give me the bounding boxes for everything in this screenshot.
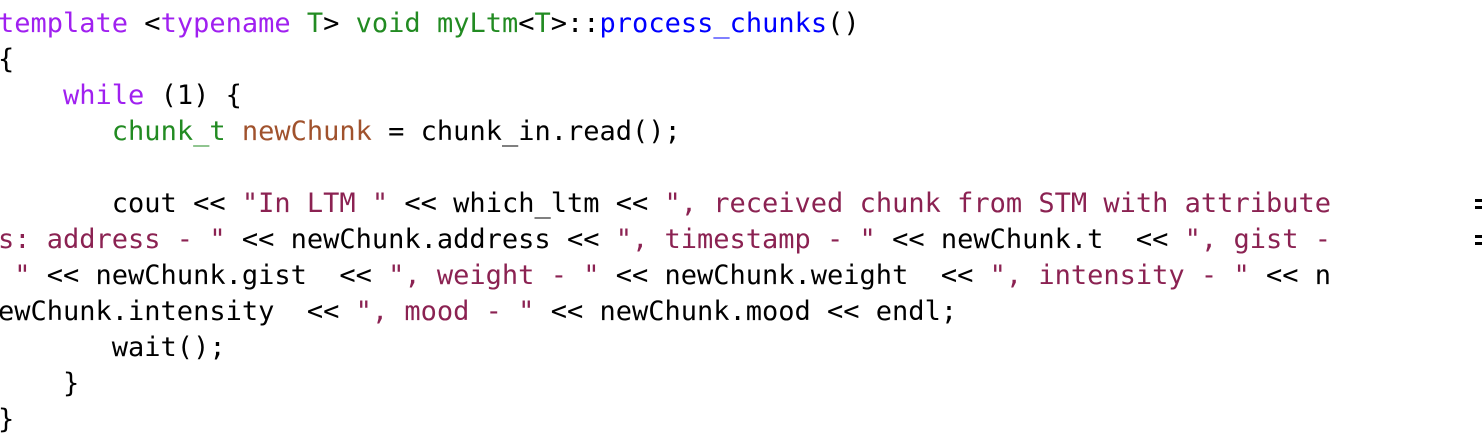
plain-token: << newChunk.t << <box>875 224 1185 255</box>
code-line[interactable]: cout << "In LTM " << which_ltm << ", rec… <box>0 186 1331 222</box>
plain-token: << newChunk.mood << endl; <box>534 296 958 327</box>
plain-token: cout << <box>0 188 242 219</box>
plain-token: } <box>0 404 14 435</box>
plain-token: << newChunk.address << <box>225 224 616 255</box>
plain-token: >:: <box>550 8 600 39</box>
plain-token: = chunk_in.read(); <box>371 116 681 147</box>
code-line[interactable]: wait(); <box>0 330 226 366</box>
variable-token: newChunk <box>241 116 372 147</box>
code-line[interactable]: while (1) { <box>0 78 242 114</box>
keyword-token: typename <box>160 8 291 39</box>
code-line[interactable]: } <box>0 402 14 438</box>
plain-token: < <box>518 8 535 39</box>
string-token: ", weight - " <box>388 260 600 291</box>
type-token: chunk_t <box>111 116 226 147</box>
plain-token: << newChunk.gist << <box>30 260 389 291</box>
string-token: ", intensity - " <box>989 260 1250 291</box>
string-token: ", mood - " <box>355 296 535 327</box>
function-token: process_chunks <box>599 8 828 39</box>
string-token: "In LTM " <box>241 188 389 219</box>
type-token: T <box>534 8 551 39</box>
keyword-token: while <box>63 80 145 111</box>
code-line[interactable]: " << newChunk.gist << ", weight - " << n… <box>0 258 1331 294</box>
plain-token: << n <box>1249 260 1331 291</box>
line-wrap-icon <box>1474 233 1482 247</box>
code-line[interactable]: } <box>0 366 79 402</box>
keyword-token: template <box>0 8 129 39</box>
code-line[interactable]: ewChunk.intensity << ", mood - " << newC… <box>0 294 957 330</box>
plain-token: << newChunk.weight << <box>599 260 990 291</box>
plain-token: } <box>0 368 80 399</box>
string-token: s: address - " <box>0 224 226 255</box>
plain-token: () <box>827 8 860 39</box>
type-token: T <box>306 8 324 39</box>
code-line[interactable]: template <typename T> void myLtm<T>::pro… <box>0 6 860 42</box>
plain-token: > <box>323 8 356 39</box>
string-token: ", timestamp - " <box>615 224 876 255</box>
plain-token: << which_ltm << <box>388 188 665 219</box>
plain-token: { <box>0 44 14 75</box>
code-line[interactable]: { <box>0 42 14 78</box>
code-line[interactable]: s: address - " << newChunk.address << ",… <box>0 222 1331 258</box>
code-line[interactable]: chunk_t newChunk = chunk_in.read(); <box>0 114 681 150</box>
string-token: " <box>0 260 31 291</box>
type-token: void <box>355 8 421 39</box>
string-token: ", gist - <box>1184 224 1331 255</box>
plain-token: ewChunk.intensity << <box>0 296 356 327</box>
line-wrap-icon <box>1474 197 1482 211</box>
string-token: ", received chunk from STM with attribut… <box>664 188 1331 219</box>
plain-token: wait(); <box>0 332 226 363</box>
code-editor[interactable]: template <typename T> void myLtm<T>::pro… <box>0 0 1482 444</box>
plain-token: (1) { <box>144 80 242 111</box>
plain-token: < <box>128 8 161 39</box>
type-token: myLtm <box>436 8 519 39</box>
